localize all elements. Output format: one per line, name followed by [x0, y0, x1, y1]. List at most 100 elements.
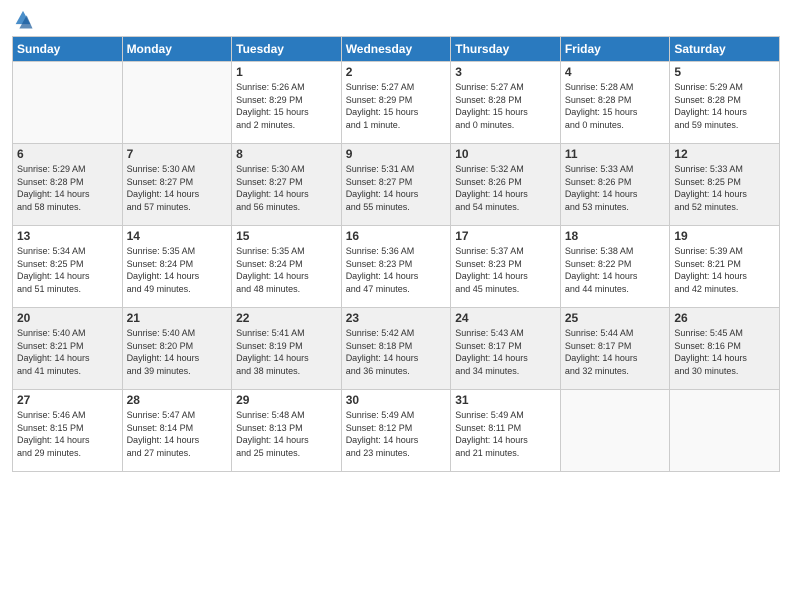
- day-info: Sunrise: 5:47 AMSunset: 8:14 PMDaylight:…: [127, 409, 228, 459]
- day-info: Sunrise: 5:34 AMSunset: 8:25 PMDaylight:…: [17, 245, 118, 295]
- day-number: 8: [236, 147, 337, 161]
- calendar-cell: [122, 62, 232, 144]
- calendar-cell: 20 Sunrise: 5:40 AMSunset: 8:21 PMDayligh…: [13, 308, 123, 390]
- calendar-week-row: 13 Sunrise: 5:34 AMSunset: 8:25 PMDayligh…: [13, 226, 780, 308]
- day-number: 28: [127, 393, 228, 407]
- day-number: 4: [565, 65, 666, 79]
- day-info: Sunrise: 5:48 AMSunset: 8:13 PMDaylight:…: [236, 409, 337, 459]
- day-number: 26: [674, 311, 775, 325]
- calendar-header-row: SundayMondayTuesdayWednesdayThursdayFrid…: [13, 37, 780, 62]
- day-info: Sunrise: 5:41 AMSunset: 8:19 PMDaylight:…: [236, 327, 337, 377]
- day-info: Sunrise: 5:33 AMSunset: 8:26 PMDaylight:…: [565, 163, 666, 213]
- day-info: Sunrise: 5:35 AMSunset: 8:24 PMDaylight:…: [236, 245, 337, 295]
- weekday-header-thursday: Thursday: [451, 37, 561, 62]
- day-info: Sunrise: 5:31 AMSunset: 8:27 PMDaylight:…: [346, 163, 447, 213]
- day-number: 10: [455, 147, 556, 161]
- calendar-cell: 29 Sunrise: 5:48 AMSunset: 8:13 PMDayligh…: [232, 390, 342, 472]
- calendar-cell: [13, 62, 123, 144]
- calendar-cell: 12Sunrise: 5:33 AMSunset: 8:25 PMDayligh…: [670, 144, 780, 226]
- logo: [12, 10, 38, 30]
- day-number: 5: [674, 65, 775, 79]
- day-number: 6: [17, 147, 118, 161]
- day-info: Sunrise: 5:30 AMSunset: 8:27 PMDaylight:…: [236, 163, 337, 213]
- calendar-cell: 9Sunrise: 5:31 AMSunset: 8:27 PMDaylight…: [341, 144, 451, 226]
- day-info: Sunrise: 5:29 AMSunset: 8:28 PMDaylight:…: [17, 163, 118, 213]
- calendar-week-row: 6 Sunrise: 5:29 AMSunset: 8:28 PMDaylight…: [13, 144, 780, 226]
- calendar-cell: 14 Sunrise: 5:35 AMSunset: 8:24 PMDayligh…: [122, 226, 232, 308]
- day-info: Sunrise: 5:36 AMSunset: 8:23 PMDaylight:…: [346, 245, 447, 295]
- day-info: Sunrise: 5:33 AMSunset: 8:25 PMDaylight:…: [674, 163, 775, 213]
- calendar-cell: 4 Sunrise: 5:28 AMSunset: 8:28 PMDaylight…: [560, 62, 670, 144]
- day-info: Sunrise: 5:44 AMSunset: 8:17 PMDaylight:…: [565, 327, 666, 377]
- day-number: 18: [565, 229, 666, 243]
- day-number: 2: [346, 65, 447, 79]
- day-number: 3: [455, 65, 556, 79]
- day-info: Sunrise: 5:42 AMSunset: 8:18 PMDaylight:…: [346, 327, 447, 377]
- day-number: 1: [236, 65, 337, 79]
- calendar-cell: 11 Sunrise: 5:33 AMSunset: 8:26 PMDayligh…: [560, 144, 670, 226]
- day-number: 11: [565, 147, 666, 161]
- calendar-cell: [670, 390, 780, 472]
- weekday-header-wednesday: Wednesday: [341, 37, 451, 62]
- weekday-header-monday: Monday: [122, 37, 232, 62]
- day-info: Sunrise: 5:39 AMSunset: 8:21 PMDaylight:…: [674, 245, 775, 295]
- day-info: Sunrise: 5:27 AMSunset: 8:28 PMDaylight:…: [455, 81, 556, 131]
- calendar-cell: 18 Sunrise: 5:38 AMSunset: 8:22 PMDayligh…: [560, 226, 670, 308]
- day-info: Sunrise: 5:40 AMSunset: 8:20 PMDaylight:…: [127, 327, 228, 377]
- calendar-cell: 17 Sunrise: 5:37 AMSunset: 8:23 PMDayligh…: [451, 226, 561, 308]
- day-number: 20: [17, 311, 118, 325]
- day-info: Sunrise: 5:32 AMSunset: 8:26 PMDaylight:…: [455, 163, 556, 213]
- calendar-cell: 22 Sunrise: 5:41 AMSunset: 8:19 PMDayligh…: [232, 308, 342, 390]
- calendar-week-row: 20 Sunrise: 5:40 AMSunset: 8:21 PMDayligh…: [13, 308, 780, 390]
- day-number: 22: [236, 311, 337, 325]
- calendar-cell: 1Sunrise: 5:26 AMSunset: 8:29 PMDaylight…: [232, 62, 342, 144]
- calendar-cell: 25 Sunrise: 5:44 AMSunset: 8:17 PMDayligh…: [560, 308, 670, 390]
- day-info: Sunrise: 5:29 AMSunset: 8:28 PMDaylight:…: [674, 81, 775, 131]
- day-info: Sunrise: 5:43 AMSunset: 8:17 PMDaylight:…: [455, 327, 556, 377]
- day-info: Sunrise: 5:49 AMSunset: 8:11 PMDaylight:…: [455, 409, 556, 459]
- weekday-header-friday: Friday: [560, 37, 670, 62]
- day-number: 23: [346, 311, 447, 325]
- calendar-cell: 19 Sunrise: 5:39 AMSunset: 8:21 PMDayligh…: [670, 226, 780, 308]
- calendar-cell: 8 Sunrise: 5:30 AMSunset: 8:27 PMDaylight…: [232, 144, 342, 226]
- calendar-cell: 13 Sunrise: 5:34 AMSunset: 8:25 PMDayligh…: [13, 226, 123, 308]
- day-number: 15: [236, 229, 337, 243]
- weekday-header-sunday: Sunday: [13, 37, 123, 62]
- day-info: Sunrise: 5:37 AMSunset: 8:23 PMDaylight:…: [455, 245, 556, 295]
- day-number: 16: [346, 229, 447, 243]
- calendar-cell: 7 Sunrise: 5:30 AMSunset: 8:27 PMDaylight…: [122, 144, 232, 226]
- day-info: Sunrise: 5:30 AMSunset: 8:27 PMDaylight:…: [127, 163, 228, 213]
- day-info: Sunrise: 5:40 AMSunset: 8:21 PMDaylight:…: [17, 327, 118, 377]
- day-number: 25: [565, 311, 666, 325]
- day-number: 29: [236, 393, 337, 407]
- calendar-cell: [560, 390, 670, 472]
- day-info: Sunrise: 5:28 AMSunset: 8:28 PMDaylight:…: [565, 81, 666, 131]
- calendar-week-row: 27Sunrise: 5:46 AMSunset: 8:15 PMDayligh…: [13, 390, 780, 472]
- day-info: Sunrise: 5:35 AMSunset: 8:24 PMDaylight:…: [127, 245, 228, 295]
- day-number: 7: [127, 147, 228, 161]
- day-info: Sunrise: 5:27 AMSunset: 8:29 PMDaylight:…: [346, 81, 447, 131]
- day-number: 21: [127, 311, 228, 325]
- calendar-cell: 27Sunrise: 5:46 AMSunset: 8:15 PMDayligh…: [13, 390, 123, 472]
- calendar-cell: 16 Sunrise: 5:36 AMSunset: 8:23 PMDayligh…: [341, 226, 451, 308]
- calendar-cell: 3 Sunrise: 5:27 AMSunset: 8:28 PMDaylight…: [451, 62, 561, 144]
- page-header: [12, 10, 780, 30]
- calendar-cell: 31Sunrise: 5:49 AMSunset: 8:11 PMDayligh…: [451, 390, 561, 472]
- calendar-cell: 10 Sunrise: 5:32 AMSunset: 8:26 PMDayligh…: [451, 144, 561, 226]
- calendar-table: SundayMondayTuesdayWednesdayThursdayFrid…: [12, 36, 780, 472]
- calendar-cell: 6 Sunrise: 5:29 AMSunset: 8:28 PMDaylight…: [13, 144, 123, 226]
- day-info: Sunrise: 5:46 AMSunset: 8:15 PMDaylight:…: [17, 409, 118, 459]
- calendar-cell: 15 Sunrise: 5:35 AMSunset: 8:24 PMDayligh…: [232, 226, 342, 308]
- weekday-header-tuesday: Tuesday: [232, 37, 342, 62]
- day-number: 17: [455, 229, 556, 243]
- day-info: Sunrise: 5:38 AMSunset: 8:22 PMDaylight:…: [565, 245, 666, 295]
- day-number: 13: [17, 229, 118, 243]
- day-number: 14: [127, 229, 228, 243]
- calendar-cell: 2 Sunrise: 5:27 AMSunset: 8:29 PMDaylight…: [341, 62, 451, 144]
- calendar-week-row: 1Sunrise: 5:26 AMSunset: 8:29 PMDaylight…: [13, 62, 780, 144]
- day-number: 19: [674, 229, 775, 243]
- calendar-cell: 21 Sunrise: 5:40 AMSunset: 8:20 PMDayligh…: [122, 308, 232, 390]
- day-info: Sunrise: 5:45 AMSunset: 8:16 PMDaylight:…: [674, 327, 775, 377]
- day-info: Sunrise: 5:49 AMSunset: 8:12 PMDaylight:…: [346, 409, 447, 459]
- calendar-cell: 23 Sunrise: 5:42 AMSunset: 8:18 PMDayligh…: [341, 308, 451, 390]
